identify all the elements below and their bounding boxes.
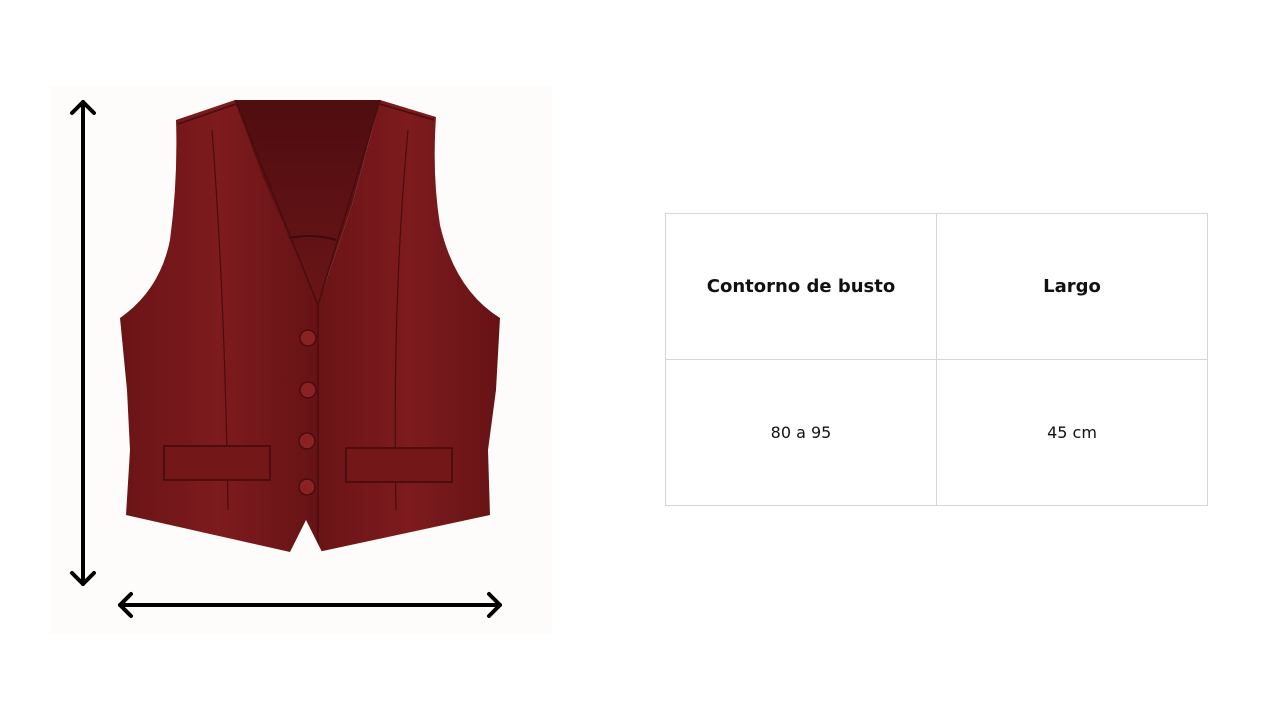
length-arrow-icon bbox=[70, 100, 96, 586]
table-row: 80 a 95 45 cm bbox=[665, 359, 1208, 506]
size-guide-page: Contorno de busto Largo 80 a 95 45 cm bbox=[0, 0, 1280, 720]
cell-bust-value: 80 a 95 bbox=[665, 359, 937, 506]
table-header-row: Contorno de busto Largo bbox=[665, 213, 1208, 360]
left-pocket-flap bbox=[163, 445, 271, 481]
width-arrow-icon bbox=[118, 592, 502, 618]
header-bust: Contorno de busto bbox=[665, 213, 937, 360]
header-length: Largo bbox=[936, 213, 1208, 360]
cell-length-value: 45 cm bbox=[936, 359, 1208, 506]
size-table: Contorno de busto Largo 80 a 95 45 cm bbox=[665, 213, 1208, 506]
right-pocket-flap bbox=[345, 447, 453, 483]
